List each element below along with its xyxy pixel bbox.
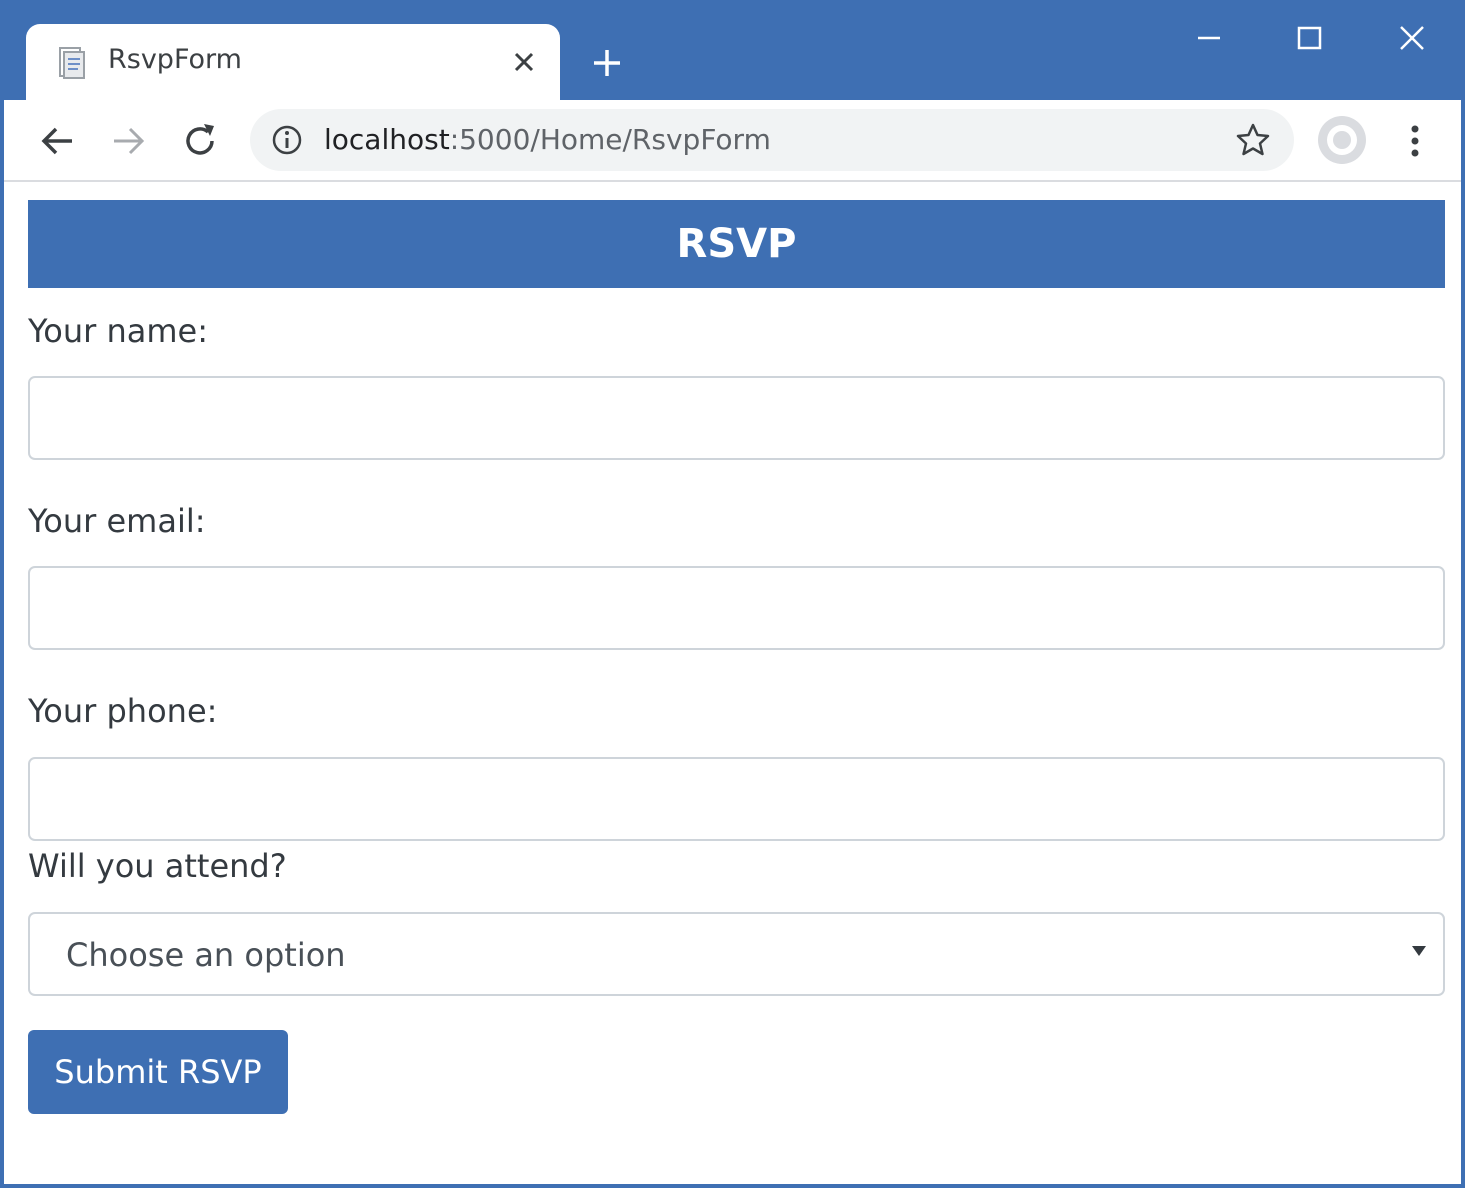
phone-field[interactable] [28,757,1445,841]
email-label: Your email: [28,502,206,540]
close-icon[interactable] [506,44,542,80]
submit-rsvp-button[interactable]: Submit RSVP [28,1030,288,1114]
star-icon[interactable] [1234,121,1272,159]
name-label: Your name: [28,312,209,350]
minimize-icon[interactable] [1178,14,1238,62]
attend-select[interactable]: Choose an option [28,912,1445,996]
attend-select-value: Choose an option [66,936,346,974]
page-icon [56,46,90,80]
page-title: RSVP [676,221,797,267]
avatar-icon[interactable] [1316,114,1368,166]
arrow-left-icon[interactable] [36,118,82,164]
close-icon[interactable] [1382,14,1442,62]
tab-title: RsvpForm [108,44,242,75]
page-content: RSVP Your name: Your email: Your phone: … [24,184,1445,1174]
url-path: :5000/Home/RsvpForm [449,123,771,156]
phone-label: Your phone: [28,692,218,730]
rsvp-banner: RSVP [28,200,1445,288]
email-field[interactable] [28,566,1445,650]
address-bar[interactable]: localhost:5000/Home/RsvpForm [250,109,1294,171]
url-text: localhost:5000/Home/RsvpForm [324,123,771,157]
browser-window: RsvpForm localhost:5000/Home/RsvpForm RS… [0,0,1465,1188]
tab-strip: RsvpForm [4,0,1461,100]
attend-label: Will you attend? [28,847,287,885]
url-host: localhost [324,123,450,156]
caret-down-icon [1409,940,1429,960]
browser-toolbar: localhost:5000/Home/RsvpForm [4,100,1461,182]
reload-icon[interactable] [178,118,224,164]
maximize-icon[interactable] [1280,14,1340,62]
plus-icon[interactable] [582,40,632,86]
arrow-right-icon[interactable] [106,118,152,164]
browser-tab[interactable]: RsvpForm [26,24,560,100]
kebab-menu-icon[interactable] [1392,118,1438,164]
name-field[interactable] [28,376,1445,460]
info-icon[interactable] [270,123,304,157]
